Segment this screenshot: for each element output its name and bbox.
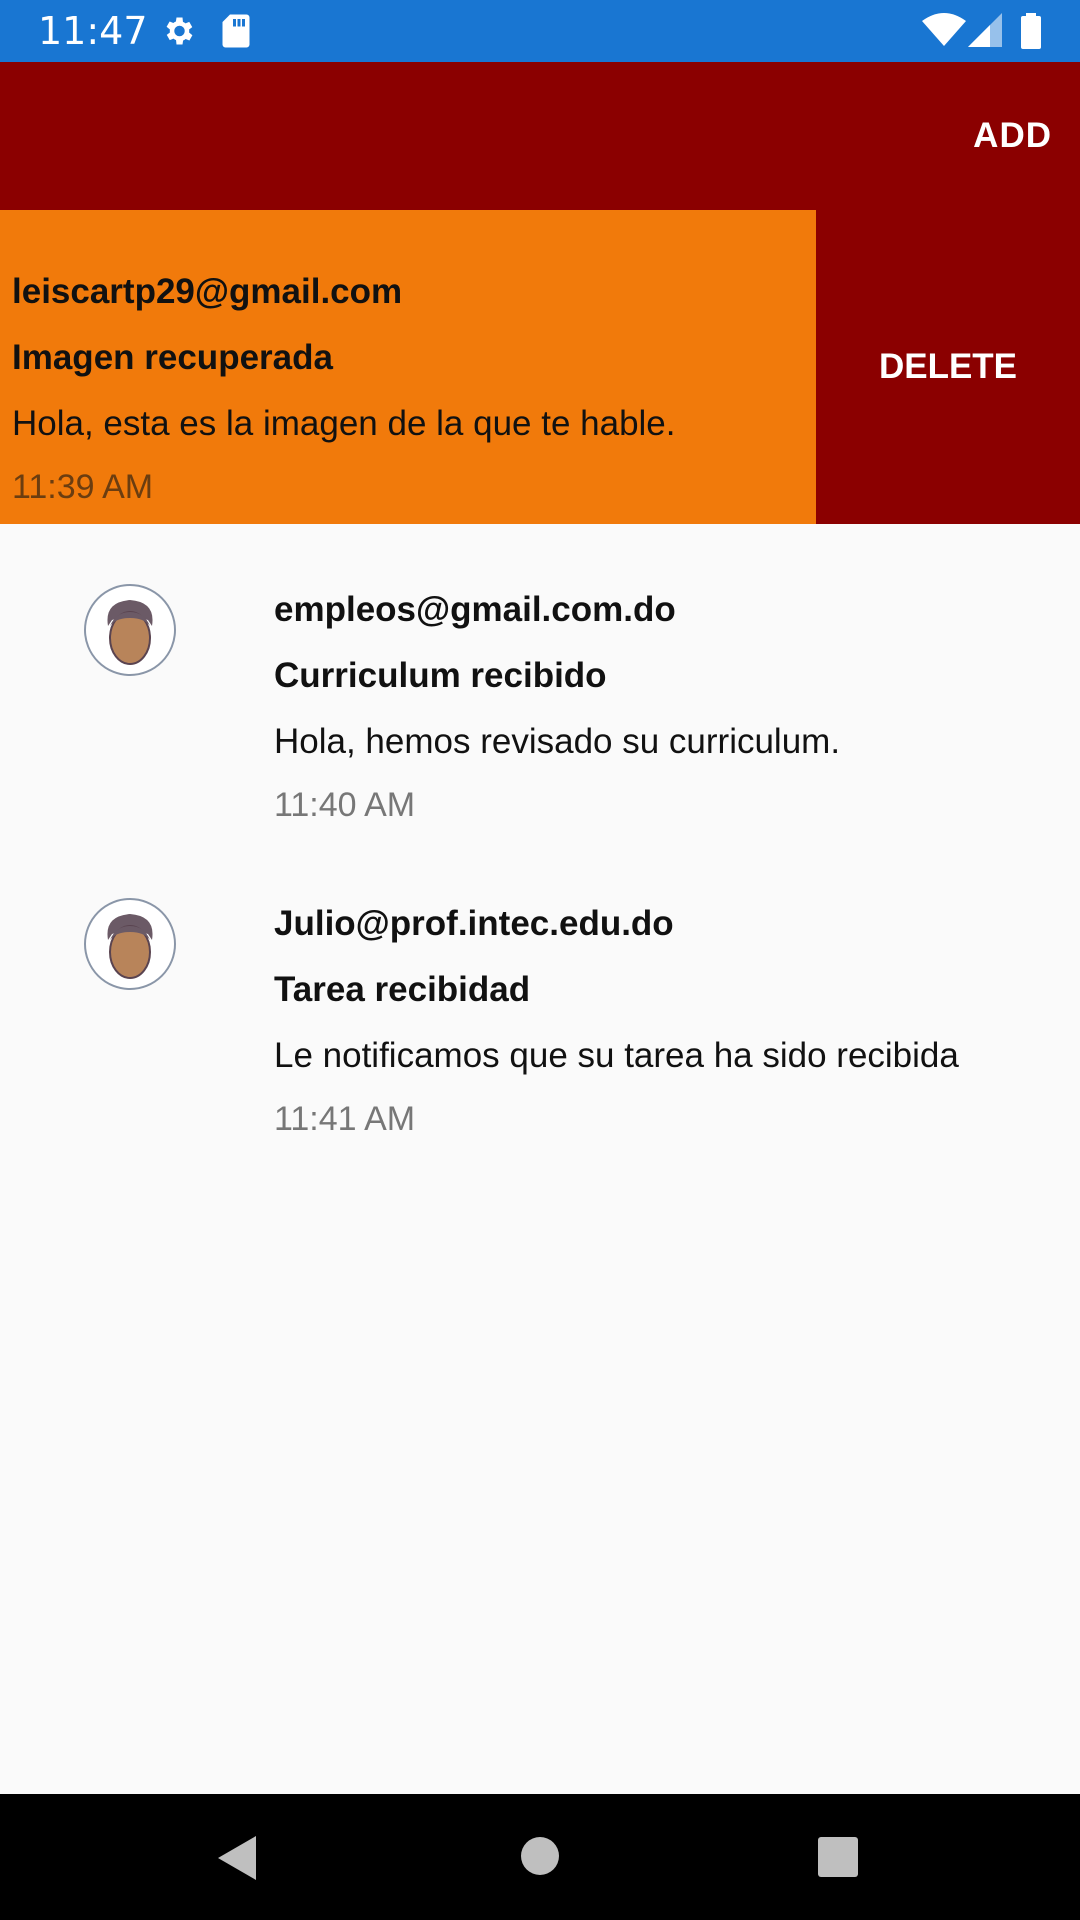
- message-sender: leiscartp29@gmail.com: [12, 272, 403, 311]
- message-sender: empleos@gmail.com.do: [274, 590, 676, 629]
- navigation-bar: [0, 1794, 1080, 1920]
- message-time: 11:39 AM: [12, 468, 154, 506]
- message-body: Hola, esta es la imagen de la que te hab…: [12, 404, 676, 443]
- back-icon[interactable]: [216, 1834, 258, 1887]
- wifi-icon: [922, 13, 966, 52]
- message-subject: Imagen recuperada: [12, 338, 333, 377]
- add-button[interactable]: ADD: [973, 116, 1052, 156]
- status-time: 11:47: [38, 9, 148, 53]
- avatar: [84, 584, 176, 676]
- settings-gear-icon: [160, 13, 196, 54]
- delete-label: DELETE: [878, 347, 1018, 386]
- recents-icon[interactable]: [818, 1837, 858, 1882]
- message-time: 11:40 AM: [274, 786, 416, 824]
- list-item[interactable]: Julio@prof.intec.edu.do Tarea recibidad …: [0, 838, 1080, 1152]
- app-bar: ADD: [0, 62, 1080, 210]
- list-item[interactable]: empleos@gmail.com.do Curriculum recibido…: [0, 524, 1080, 838]
- message-subject: Tarea recibidad: [274, 970, 531, 1009]
- home-icon[interactable]: [519, 1835, 561, 1882]
- delete-button[interactable]: DELETE: [816, 210, 1080, 524]
- battery-icon: [1020, 13, 1042, 54]
- swiped-list-item[interactable]: DELETE leiscartp29@gmail.com Imagen recu…: [0, 210, 1080, 524]
- swiped-message-card[interactable]: leiscartp29@gmail.com Imagen recuperada …: [0, 210, 816, 524]
- avatar: [84, 898, 176, 990]
- message-body: Le notificamos que su tarea ha sido reci…: [274, 1036, 959, 1075]
- message-time: 11:41 AM: [274, 1100, 416, 1138]
- status-bar: 11:47: [0, 0, 1080, 62]
- sd-card-icon: [220, 13, 252, 54]
- signal-icon: [968, 13, 1002, 52]
- message-subject: Curriculum recibido: [274, 656, 607, 695]
- message-sender: Julio@prof.intec.edu.do: [274, 904, 674, 943]
- message-body: Hola, hemos revisado su curriculum.: [274, 722, 841, 761]
